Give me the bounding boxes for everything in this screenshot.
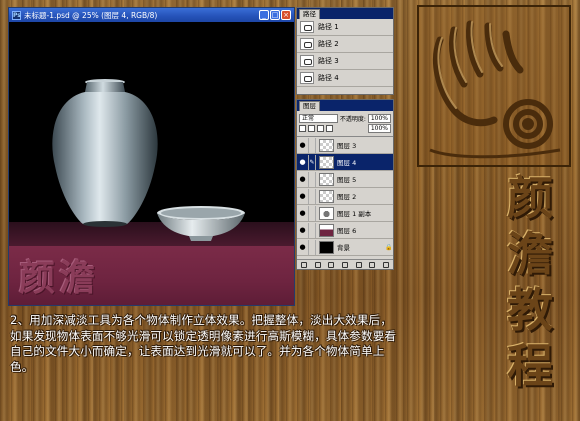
- blend-mode-select[interactable]: 正常: [299, 113, 338, 123]
- opacity-field[interactable]: 100%: [367, 113, 391, 123]
- link-slot[interactable]: [308, 205, 316, 221]
- eye-icon[interactable]: ●: [297, 243, 308, 251]
- link-slot[interactable]: [308, 137, 316, 153]
- path-item[interactable]: 路径 4: [297, 70, 393, 87]
- folder-icon[interactable]: [341, 261, 348, 268]
- eye-icon[interactable]: ●: [297, 192, 308, 200]
- link-slot[interactable]: [308, 171, 316, 187]
- eye-icon[interactable]: ●: [297, 141, 308, 149]
- layer-row[interactable]: ● ✎ 图层 4: [297, 154, 393, 171]
- layer-name: 图层 1 副本: [337, 210, 372, 218]
- path-thumbnail: [300, 72, 314, 84]
- path-item[interactable]: 路径 3: [297, 53, 393, 70]
- layer-name: 背景: [337, 244, 350, 252]
- table-logo-text: 颜澹: [19, 257, 100, 299]
- link-layers-icon[interactable]: [300, 261, 307, 268]
- layer-thumbnail: [319, 138, 334, 152]
- path-thumbnail: [300, 55, 314, 67]
- title-char: 澹: [507, 227, 553, 281]
- maximize-button[interactable]: □: [270, 10, 280, 20]
- layer-row[interactable]: ● 背景 🔒: [297, 239, 393, 256]
- minimize-button[interactable]: _: [259, 10, 269, 20]
- tutorial-caption: 2、用加深减淡工具为各个物体制作立体效果。把握整体，淡出大效果后，如果发现物体表…: [10, 313, 397, 374]
- eye-icon[interactable]: ●: [297, 209, 308, 217]
- eye-icon[interactable]: ●: [297, 175, 308, 183]
- title-char: 程: [507, 339, 553, 393]
- document-titlebar[interactable]: Ps 未标题-1.psd @ 25% (图层 4, RGB/8) _ □ ×: [9, 8, 294, 22]
- layer-name: 图层 4: [337, 159, 357, 167]
- eye-icon[interactable]: ●: [297, 226, 308, 234]
- layer-name: 图层 3: [337, 142, 357, 150]
- lock-image-checkbox[interactable]: [308, 125, 315, 132]
- path-label: 路径 2: [318, 40, 339, 48]
- layer-row[interactable]: ● 图层 1 副本: [297, 205, 393, 222]
- layer-row[interactable]: ● 图层 3: [297, 137, 393, 154]
- path-thumbnail: [300, 38, 314, 50]
- layer-name: 图层 6: [337, 227, 357, 235]
- link-slot[interactable]: [308, 222, 316, 238]
- tab-layers[interactable]: 图层: [299, 101, 320, 111]
- vertical-title: 颜 澹 教 程: [490, 170, 570, 394]
- paths-palette: 路径 路径 1 路径 2 路径 3 路径 4: [296, 7, 394, 95]
- layer-list: ● 图层 3 ● ✎ 图层 4 ● 图层 5 ● 图层 2 ● 图层 1 副本 ● 图层 6 ● 背景 🔒: [297, 136, 393, 256]
- lock-position-checkbox[interactable]: [317, 125, 324, 132]
- bowl-illustration: [157, 206, 245, 241]
- layer-thumbnail: [319, 206, 334, 220]
- layer-row[interactable]: ● 图层 2: [297, 188, 393, 205]
- document-title: 未标题-1.psd @ 25% (图层 4, RGB/8): [24, 10, 158, 20]
- mask-icon[interactable]: [328, 261, 335, 268]
- layers-footer: [297, 259, 393, 269]
- photoshop-icon: Ps: [12, 10, 21, 20]
- layer-style-icon[interactable]: [314, 261, 321, 268]
- path-item[interactable]: 路径 2: [297, 36, 393, 53]
- path-label: 路径 4: [318, 74, 339, 82]
- fill-field[interactable]: 100%: [367, 124, 391, 133]
- tab-paths[interactable]: 路径: [299, 9, 320, 19]
- eye-icon[interactable]: ●: [297, 158, 308, 166]
- link-slot[interactable]: [308, 188, 316, 204]
- layer-name: 图层 2: [337, 193, 357, 201]
- path-item[interactable]: 路径 1: [297, 19, 393, 36]
- title-char: 颜: [507, 171, 553, 225]
- lock-icon: 🔒: [385, 243, 393, 251]
- layer-thumbnail: [319, 223, 334, 237]
- path-label: 路径 3: [318, 57, 339, 65]
- brush-icon[interactable]: ✎: [308, 154, 316, 170]
- path-thumbnail: [300, 21, 314, 33]
- layer-row[interactable]: ● 图层 5: [297, 171, 393, 188]
- close-button[interactable]: ×: [281, 10, 291, 20]
- canvas[interactable]: 颜澹: [9, 22, 294, 305]
- opacity-label: 不透明度:: [339, 115, 366, 123]
- lock-all-checkbox[interactable]: [326, 125, 333, 132]
- link-slot[interactable]: [308, 239, 316, 255]
- trash-icon[interactable]: [383, 261, 390, 268]
- layer-thumbnail: [319, 240, 334, 254]
- vase-illustration: [52, 79, 158, 227]
- layer-thumbnail: [319, 189, 334, 203]
- layers-palette: 图层 正常 不透明度: 100% 100% ● 图层 3 ● ✎ 图层 4 ● 图层 5 ● 图…: [296, 99, 394, 270]
- lock-transparency-checkbox[interactable]: [299, 125, 306, 132]
- layer-thumbnail: [319, 155, 334, 169]
- path-label: 路径 1: [318, 23, 339, 31]
- layer-row[interactable]: ● 图层 6: [297, 222, 393, 239]
- new-layer-icon[interactable]: [369, 261, 376, 268]
- layer-thumbnail: [319, 172, 334, 186]
- title-char: 教: [507, 283, 553, 337]
- layer-name: 图层 5: [337, 176, 357, 184]
- adjustment-layer-icon[interactable]: [355, 261, 362, 268]
- document-window: Ps 未标题-1.psd @ 25% (图层 4, RGB/8) _ □ × 颜…: [8, 7, 295, 306]
